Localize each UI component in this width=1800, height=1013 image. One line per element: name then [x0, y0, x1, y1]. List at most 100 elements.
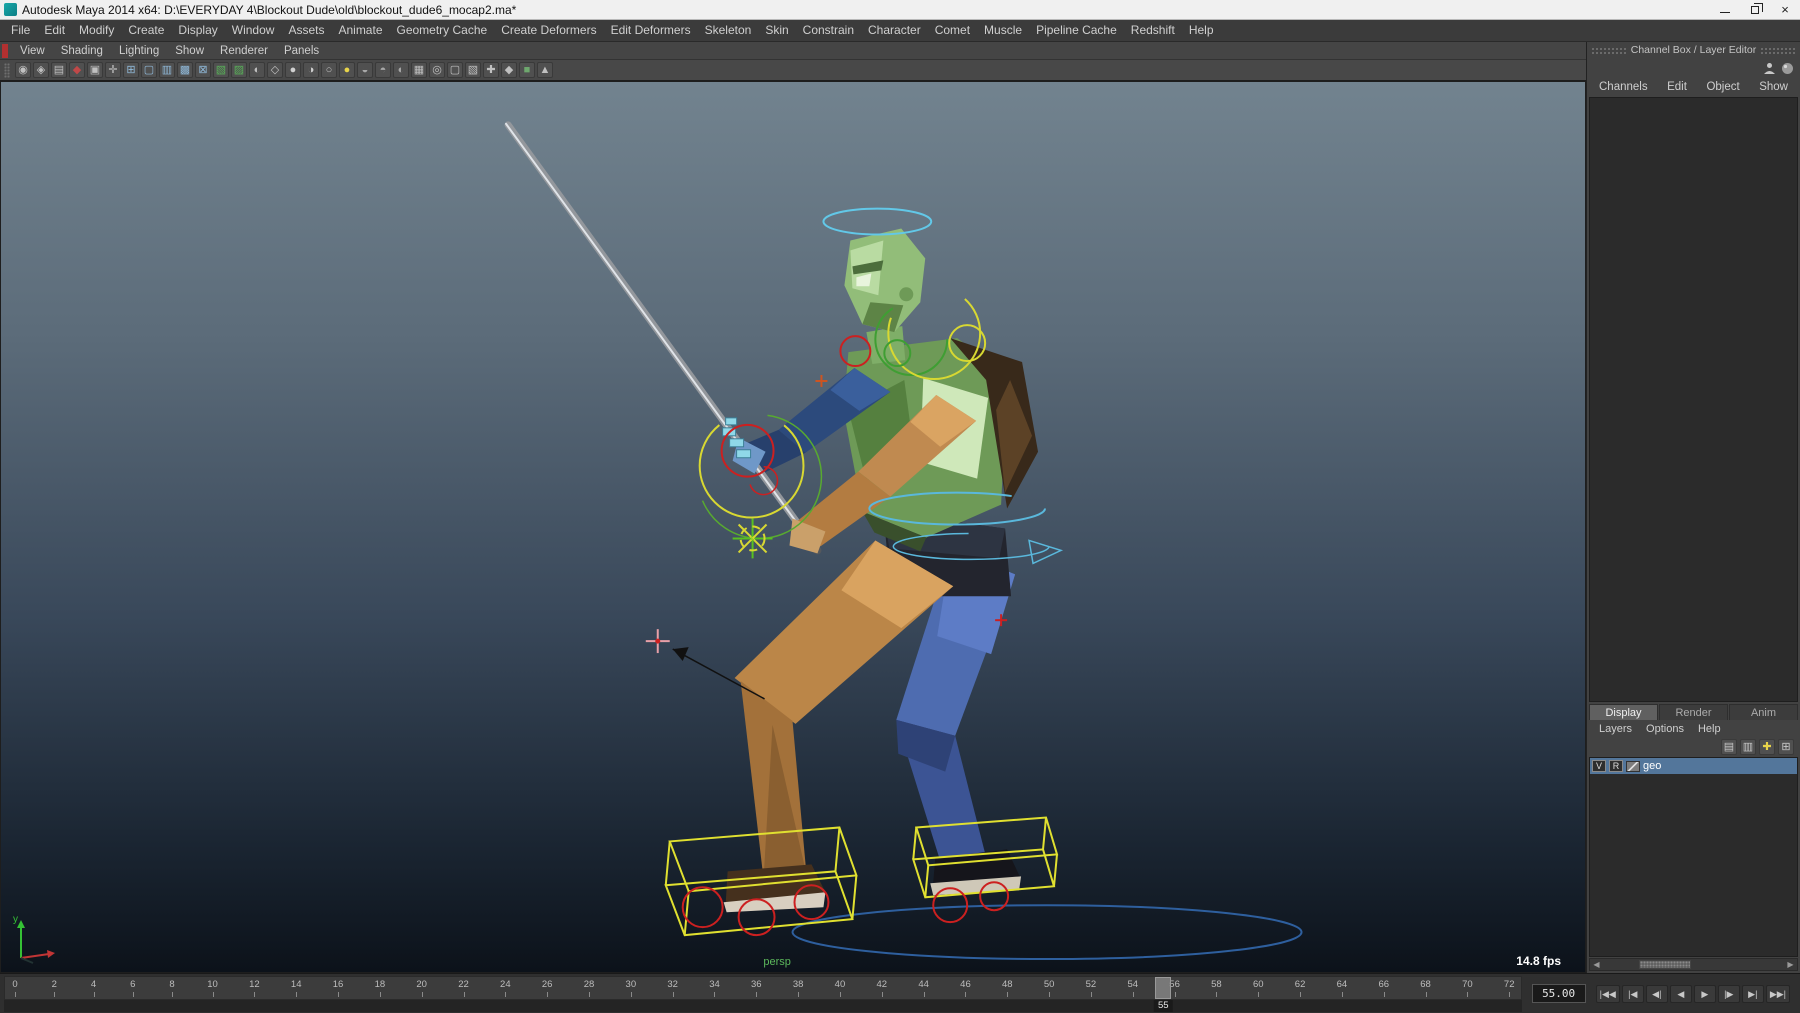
layer-editor-mode-icon[interactable]: ⊞ [1778, 739, 1794, 755]
channel-box-menu-channels[interactable]: Channels [1599, 81, 1648, 93]
menu-comet[interactable]: Comet [928, 20, 977, 41]
safe-action-icon[interactable]: ▧ [213, 62, 229, 78]
x-ray-joints-icon[interactable]: ✚ [483, 62, 499, 78]
layer-tab-anim[interactable]: Anim [1729, 704, 1798, 720]
field-chart-icon[interactable]: ⊠ [195, 62, 211, 78]
menu-help[interactable]: Help [1182, 20, 1221, 41]
layer-color-swatch[interactable] [1626, 760, 1640, 772]
character-head[interactable] [844, 228, 926, 365]
go-to-start-button[interactable]: |◀◀ [1595, 984, 1620, 1003]
panel-drag-dots-icon[interactable] [1760, 46, 1796, 54]
ambient-occlusion-icon[interactable]: ◓ [375, 62, 391, 78]
menu-create-deformers[interactable]: Create Deformers [494, 20, 603, 41]
panel-color-tab-icon[interactable] [2, 43, 8, 58]
layer-menu-options[interactable]: Options [1640, 723, 1690, 735]
step-back-frame-button[interactable]: |◀ [1621, 984, 1644, 1003]
go-to-end-button[interactable]: ▶▶| [1765, 984, 1790, 1003]
fill-mode-icon[interactable]: ◐ [249, 62, 265, 78]
channel-box-menu-show[interactable]: Show [1759, 81, 1788, 93]
current-time-field[interactable] [1531, 984, 1586, 1003]
scene-3d[interactable] [1, 82, 1585, 972]
menu-display[interactable]: Display [171, 20, 224, 41]
layer-menu-help[interactable]: Help [1692, 723, 1727, 735]
layers-options-icon[interactable]: ▤ [1721, 739, 1737, 755]
restore-button[interactable] [1740, 0, 1770, 19]
menu-create[interactable]: Create [121, 20, 171, 41]
panel-menu-shading[interactable]: Shading [53, 45, 111, 57]
ik-pole-vector[interactable] [645, 629, 765, 700]
share-view-icon[interactable]: ▲ [537, 62, 553, 78]
timeline-ticks[interactable]: 0 2 4 6 8 10 12 14 16 18 20 22 24 26 28 30 32 34 36 38 40 42 4… [4, 976, 1522, 1000]
resolution-gate-icon[interactable]: ▥ [159, 62, 175, 78]
layer-horizontal-scrollbar[interactable]: ◀ ▶ [1589, 958, 1798, 971]
shaded-icon[interactable]: ● [285, 62, 301, 78]
minimize-button[interactable] [1710, 0, 1740, 19]
channel-list-area[interactable] [1589, 97, 1798, 702]
grid-icon[interactable]: ⊞ [123, 62, 139, 78]
lock-camera-icon[interactable]: ◈ [33, 62, 49, 78]
menu-skin[interactable]: Skin [758, 20, 795, 41]
master-circle-control[interactable] [791, 904, 1303, 961]
menu-window[interactable]: Window [225, 20, 282, 41]
default-renderer-icon[interactable]: ◆ [501, 62, 517, 78]
layer-list[interactable]: V R geo [1589, 757, 1798, 957]
panel-menu-panels[interactable]: Panels [276, 45, 327, 57]
close-button[interactable]: × [1770, 0, 1800, 19]
menu-file[interactable]: File [4, 20, 37, 41]
menu-edit[interactable]: Edit [37, 20, 72, 41]
scroll-left-icon[interactable]: ◀ [1590, 959, 1603, 970]
wrist-starburst-control[interactable] [732, 518, 773, 559]
channel-box-menu-object[interactable]: Object [1706, 81, 1739, 93]
depth-of-field-icon[interactable]: ◎ [429, 62, 445, 78]
isolate-select-icon[interactable]: ▢ [447, 62, 463, 78]
panel-menu-view[interactable]: View [12, 45, 53, 57]
layer-renderable-toggle[interactable]: R [1609, 760, 1623, 772]
time-slider[interactable]: 0 2 4 6 8 10 12 14 16 18 20 22 24 26 28 30 32 34 36 38 40 42 4… [4, 976, 1522, 1012]
menu-edit-deformers[interactable]: Edit Deformers [604, 20, 698, 41]
play-backwards-button[interactable]: ◀ [1669, 984, 1692, 1003]
create-empty-layer-icon[interactable]: ▥ [1740, 739, 1756, 755]
head-halo-control[interactable] [822, 207, 933, 236]
character-mesh[interactable] [723, 228, 1039, 913]
multisampling-icon[interactable]: ▦ [411, 62, 427, 78]
playhead[interactable] [1155, 977, 1172, 999]
scroll-right-icon[interactable]: ▶ [1784, 959, 1797, 970]
image-plane-icon[interactable]: ▣ [87, 62, 103, 78]
menu-modify[interactable]: Modify [72, 20, 121, 41]
camera-attributes-icon[interactable]: ▤ [51, 62, 67, 78]
x-ray-icon[interactable]: ▧ [465, 62, 481, 78]
layer-row-geo[interactable]: V R geo [1590, 758, 1797, 774]
layer-tab-display[interactable]: Display [1589, 704, 1658, 720]
panel-drag-dots-icon[interactable] [1591, 46, 1627, 54]
motion-blur-icon[interactable]: ◐ [393, 62, 409, 78]
menu-assets[interactable]: Assets [281, 20, 331, 41]
menu-redshift[interactable]: Redshift [1124, 20, 1182, 41]
viewport-3d[interactable]: y persp 14.8 fps [0, 81, 1586, 973]
scrollbar-thumb[interactable] [1639, 960, 1691, 969]
menu-animate[interactable]: Animate [331, 20, 389, 41]
step-back-key-button[interactable]: ◀| [1645, 984, 1668, 1003]
two-d-pan-zoom-icon[interactable]: ✛ [105, 62, 121, 78]
channel-box-header[interactable]: Channel Box / Layer Editor [1587, 42, 1800, 58]
shadows-icon[interactable]: ◒ [357, 62, 373, 78]
create-layer-from-selected-icon[interactable]: ✚ [1759, 739, 1775, 755]
scrollbar-track[interactable] [1603, 959, 1784, 970]
layer-menu-layers[interactable]: Layers [1593, 723, 1638, 735]
channel-box-menu-edit[interactable]: Edit [1667, 81, 1687, 93]
play-forwards-button[interactable]: ▶ [1693, 984, 1716, 1003]
use-default-material-icon[interactable]: ○ [321, 62, 337, 78]
lights-icon[interactable]: ● [339, 62, 355, 78]
textured-icon[interactable]: ◑ [303, 62, 319, 78]
menu-constrain[interactable]: Constrain [796, 20, 861, 41]
toolbar-grip-icon[interactable] [4, 62, 10, 78]
bookmarks-icon[interactable]: ◆ [69, 62, 85, 78]
speed-ball-icon[interactable] [1781, 62, 1794, 75]
layer-visibility-toggle[interactable]: V [1592, 760, 1606, 772]
step-forward-key-button[interactable]: |▶ [1717, 984, 1740, 1003]
gate-mask-icon[interactable]: ▩ [177, 62, 193, 78]
menu-skeleton[interactable]: Skeleton [698, 20, 759, 41]
menu-muscle[interactable]: Muscle [977, 20, 1029, 41]
menu-geometry-cache[interactable]: Geometry Cache [390, 20, 495, 41]
menu-pipeline-cache[interactable]: Pipeline Cache [1029, 20, 1124, 41]
film-gate-icon[interactable]: ▢ [141, 62, 157, 78]
